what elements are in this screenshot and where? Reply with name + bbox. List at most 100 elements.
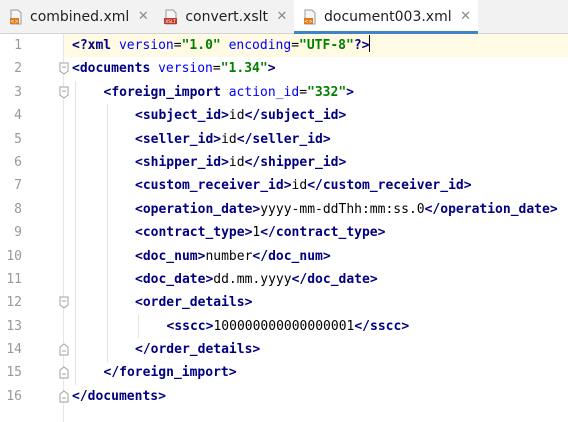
xml-attribute-value: "UTF-8" xyxy=(299,38,354,53)
fold-end-icon[interactable] xyxy=(59,390,69,403)
xml-file-icon: <> xyxy=(10,9,22,25)
tab-document003-xml[interactable]: <> document003.xml ✕ xyxy=(294,0,478,34)
close-icon[interactable]: ✕ xyxy=(276,9,288,24)
xml-attribute-value: "332" xyxy=(307,84,347,100)
xml-tag: ?> xyxy=(353,38,370,53)
code-line[interactable]: 7 <custom_receiver_id>id</custom_receiver… xyxy=(0,174,568,197)
editor-tab-bar: <> combined.xml ✕ XSLT convert.xslt ✕ <>… xyxy=(0,0,568,34)
code-line[interactable]: 8 <operation_date>yyyy-mm-ddThh:mm:ss.0</… xyxy=(0,198,568,221)
code-text: <documents version="1.34"> xyxy=(72,57,276,80)
fold-end-icon[interactable] xyxy=(59,366,69,379)
code-line[interactable]: 15 </foreign_import> xyxy=(0,361,568,384)
line-number: 5 xyxy=(14,131,22,147)
close-icon[interactable]: ✕ xyxy=(460,9,472,24)
xml-text: = xyxy=(291,38,300,53)
svg-text:<>: <> xyxy=(10,19,18,25)
xml-text: number xyxy=(205,248,253,264)
code-line[interactable]: 16 </documents> xyxy=(0,385,568,408)
xml-text xyxy=(221,38,229,53)
line-number: 8 xyxy=(14,201,22,217)
line-number: 3 xyxy=(14,84,22,100)
code-line[interactable]: 5 <seller_id>id</seller_id> xyxy=(0,128,568,151)
code-editor[interactable]: 1 <?xml version="1.0" encoding="UTF-8"?> 2… xyxy=(0,34,568,422)
code-text: </order_details> xyxy=(135,338,260,361)
xml-tag: > xyxy=(346,84,354,100)
line-number: 4 xyxy=(14,108,22,124)
xml-text: = xyxy=(173,38,182,53)
xml-attribute-value: "1.34" xyxy=(220,61,268,77)
line-number: 9 xyxy=(14,225,22,241)
xml-tag: </shipper_id> xyxy=(244,154,347,170)
line-number: 1 xyxy=(14,38,22,53)
code-line[interactable]: 6 <shipper_id>id</shipper_id> xyxy=(0,151,568,174)
svg-text:XSLT: XSLT xyxy=(166,19,177,25)
xml-tag: </subject_id> xyxy=(244,108,347,124)
tab-convert-xslt[interactable]: XSLT convert.xslt ✕ xyxy=(155,0,294,33)
code-line[interactable]: 9 <contract_type>1</contract_type> xyxy=(0,221,568,244)
fold-end-icon[interactable] xyxy=(59,343,69,356)
code-text: <?xml version="1.0" encoding="UTF-8"?> xyxy=(72,34,371,57)
code-line[interactable]: 13 <sscc>100000000000000001</sscc> xyxy=(0,315,568,338)
xml-tag: > xyxy=(267,61,276,77)
xslt-file-icon: XSLT xyxy=(164,9,178,25)
tab-label: combined.xml xyxy=(30,8,130,25)
xml-attribute: encoding xyxy=(228,38,292,53)
code-line[interactable]: 14 </order_details> xyxy=(0,338,568,361)
xml-tag: </seller_id> xyxy=(236,131,331,147)
line-number: 6 xyxy=(14,154,22,170)
line-number: 14 xyxy=(6,342,22,358)
code-line[interactable]: 2 <documents version="1.34"> xyxy=(0,57,568,80)
xml-text: = xyxy=(299,84,308,100)
fold-start-icon[interactable] xyxy=(59,62,69,76)
xml-tag: <custom_receiver_id> xyxy=(135,178,292,194)
fold-start-icon[interactable] xyxy=(59,296,69,309)
tab-label: document003.xml xyxy=(324,8,452,25)
xml-tag: </foreign_import> xyxy=(103,365,237,381)
code-line[interactable]: 11 <doc_date>dd.mm.yyyy</doc_date> xyxy=(0,268,568,291)
code-text: </documents> xyxy=(72,385,166,408)
xml-tag: </order_details> xyxy=(135,342,261,358)
code-text: </foreign_import> xyxy=(104,361,237,384)
xml-text: id xyxy=(291,178,308,194)
line-number: 2 xyxy=(14,61,22,77)
xml-tag: <foreign_import xyxy=(103,84,229,100)
line-number: 16 xyxy=(6,388,22,404)
xml-tag: </operation_date> xyxy=(424,201,558,217)
code-text: <shipper_id>id</shipper_id> xyxy=(135,151,346,174)
code-line[interactable]: 3 <foreign_import action_id="332"> xyxy=(0,81,568,104)
xml-text: yyyy-mm-ddThh:mm:ss.0 xyxy=(260,201,425,217)
line-number: 11 xyxy=(6,271,22,287)
xml-file-icon: <> xyxy=(304,9,316,25)
fold-start-icon[interactable] xyxy=(59,86,69,99)
xml-tag: <documents xyxy=(72,61,159,77)
code-text: <doc_date>dd.mm.yyyy</doc_date> xyxy=(135,268,378,291)
code-line[interactable]: 12 <order_details> xyxy=(0,291,568,314)
tab-label: convert.xslt xyxy=(185,8,268,25)
code-text: <subject_id>id</subject_id> xyxy=(135,104,346,127)
xml-tag: </documents> xyxy=(72,388,166,404)
xml-text: id xyxy=(228,154,245,170)
line-number: 13 xyxy=(6,318,22,334)
xml-editor-window: <> combined.xml ✕ XSLT convert.xslt ✕ <>… xyxy=(0,0,568,422)
code-text: <seller_id>id</seller_id> xyxy=(135,128,331,151)
xml-tag: <doc_date> xyxy=(135,271,214,287)
svg-text:<>: <> xyxy=(304,19,312,25)
code-line[interactable]: 4 <subject_id>id</subject_id> xyxy=(0,104,568,127)
code-lines: 1 <?xml version="1.0" encoding="UTF-8"?> 2… xyxy=(0,34,568,408)
xml-tag: <operation_date> xyxy=(135,201,261,217)
xml-attribute: version xyxy=(118,38,174,53)
xml-tag: </doc_num> xyxy=(252,248,331,264)
code-text: <contract_type>1</contract_type> xyxy=(135,221,385,244)
code-line[interactable]: 10 <doc_num>number</doc_num> xyxy=(0,245,568,268)
line-number: 15 xyxy=(6,365,22,381)
xml-tag: </contract_type> xyxy=(260,225,386,241)
text-caret xyxy=(369,35,371,52)
xml-text: id xyxy=(221,131,237,147)
xml-tag: <order_details> xyxy=(135,295,253,311)
close-icon[interactable]: ✕ xyxy=(137,9,149,24)
code-text: <custom_receiver_id>id</custom_receiver_… xyxy=(135,174,472,197)
code-line[interactable]: 1 <?xml version="1.0" encoding="UTF-8"?> xyxy=(0,34,568,57)
xml-attribute: version xyxy=(158,61,213,77)
tab-combined-xml[interactable]: <> combined.xml ✕ xyxy=(0,0,155,33)
code-text: <order_details> xyxy=(135,291,252,314)
